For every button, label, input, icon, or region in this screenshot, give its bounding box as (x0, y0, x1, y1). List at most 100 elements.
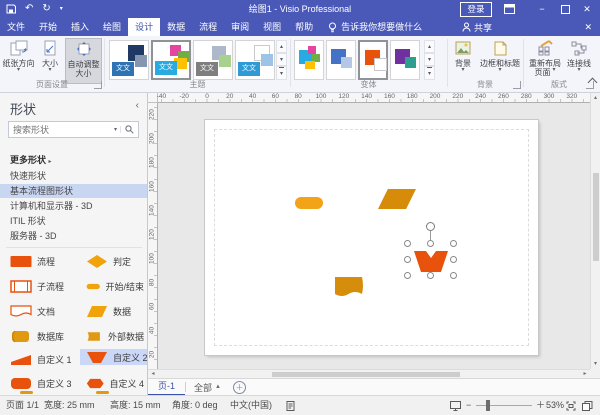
stencil-servers-3d[interactable]: 服务器 - 3D (0, 229, 148, 243)
scroll-up-icon[interactable]: ▴ (591, 93, 600, 103)
zoom-slider-thumb[interactable] (486, 400, 490, 411)
shape-custom-4[interactable]: 自定义 4 (86, 375, 144, 391)
selection-handle[interactable] (404, 256, 411, 263)
tab-file[interactable]: 文件 (0, 18, 32, 36)
gallery-scroll-up-icon[interactable]: ▴ (276, 40, 287, 53)
orientation-button[interactable]: 纸张方向 ▾ (2, 38, 35, 84)
tab-draw[interactable]: 绘图 (96, 18, 128, 36)
rotation-handle[interactable] (426, 222, 435, 231)
status-angle[interactable]: 角度: 0 deg (172, 396, 218, 415)
variant-thumbnail-4[interactable] (390, 40, 420, 80)
search-icon[interactable] (121, 125, 138, 134)
selection-handle[interactable] (450, 240, 457, 247)
page-tab-1[interactable]: 页-1 (148, 378, 185, 396)
tab-insert[interactable]: 插入 (64, 18, 96, 36)
horizontal-scrollbar[interactable]: ◂ ▸ (148, 369, 590, 378)
shape-document[interactable]: 文档 (10, 303, 72, 319)
size-button[interactable]: 大小 ▾ (37, 38, 63, 84)
switch-windows-button[interactable] (582, 401, 593, 411)
variant-thumbnail-1[interactable] (294, 40, 324, 80)
start-end-shape[interactable] (295, 197, 323, 209)
tell-me-box[interactable]: 告诉我你想要做什么 (320, 18, 430, 36)
share-button[interactable]: 共享 (462, 18, 492, 36)
selection-handle[interactable] (427, 272, 434, 279)
variant-more-icon[interactable]: ▾ (424, 66, 435, 80)
variant-thumbnail-3-selected[interactable] (358, 40, 388, 80)
shape-subprocess[interactable]: 子流程 (10, 278, 72, 294)
close-window-icon[interactable]: ✕ (584, 18, 592, 36)
gallery-more-icon[interactable]: ▾ (276, 66, 287, 80)
autosize-button[interactable]: 自动调整 大小 (65, 38, 102, 84)
relayout-page-button[interactable]: 重新布局 页面▾ (526, 38, 564, 84)
shape-database[interactable]: 数据库 (10, 328, 72, 344)
scroll-left-icon[interactable]: ◂ (148, 370, 158, 378)
scrollbar-thumb[interactable] (272, 372, 460, 377)
macro-icon[interactable] (286, 401, 295, 411)
shape-process[interactable]: 流程 (10, 253, 72, 269)
shape-custom-1[interactable]: 自定义 1 (10, 351, 72, 367)
status-language[interactable]: 中文(中国) (230, 396, 272, 415)
search-dropdown-icon[interactable]: ▾ (111, 126, 121, 133)
document-shape[interactable] (335, 277, 364, 298)
clipped-shape[interactable] (20, 391, 33, 394)
vertical-scrollbar[interactable]: ▴ ▾ (590, 93, 600, 369)
shape-external-data[interactable]: 外部数据 (86, 328, 144, 344)
tab-home[interactable]: 开始 (32, 18, 64, 36)
tab-help[interactable]: 帮助 (288, 18, 320, 36)
clipped-shape[interactable] (96, 391, 109, 394)
gallery-scroll-down-icon[interactable]: ▾ (276, 53, 287, 66)
theme-thumbnail-1[interactable]: 文文 (109, 40, 149, 80)
shape-custom-3[interactable]: 自定义 3 (10, 375, 72, 391)
tab-design[interactable]: 设计 (128, 18, 160, 36)
selection-handle[interactable] (427, 240, 434, 247)
theme-thumbnail-3[interactable]: 文文 (193, 40, 233, 80)
stencil-quick-shapes[interactable]: 快速形状 (0, 169, 148, 183)
selected-custom-shape[interactable] (414, 250, 448, 272)
zoom-in-button[interactable]: ＋ (536, 396, 545, 415)
selection-handle[interactable] (404, 272, 411, 279)
scrollbar-thumb[interactable] (593, 173, 599, 261)
scroll-down-icon[interactable]: ▾ (591, 359, 600, 369)
shape-custom-2-selected[interactable]: 自定义 2 (80, 349, 148, 365)
shape-decision[interactable]: 判定 (86, 253, 144, 269)
shape-start-end[interactable]: 开始/结束 (86, 278, 144, 294)
connectors-button[interactable]: 连接线 ▾ (566, 38, 592, 84)
scroll-right-icon[interactable]: ▸ (580, 370, 590, 378)
close-button[interactable]: ✕ (577, 0, 597, 18)
status-width[interactable]: 宽度: 25 mm (44, 396, 95, 415)
search-input[interactable] (9, 125, 111, 135)
tab-view[interactable]: 视图 (256, 18, 288, 36)
all-pages-button[interactable]: 全部 ▲ (186, 381, 229, 394)
dialog-launcher-icon[interactable] (513, 81, 521, 89)
maximize-button[interactable] (561, 5, 570, 14)
tab-data[interactable]: 数据 (160, 18, 192, 36)
border-title-button[interactable]: 边框和标题 ▾ (478, 38, 522, 84)
selection-handle[interactable] (450, 256, 457, 263)
sign-in-button[interactable]: 登录 (460, 2, 492, 17)
stencil-itil[interactable]: ITIL 形状 (0, 214, 148, 228)
fit-page-button[interactable] (566, 401, 576, 411)
status-height[interactable]: 高度: 15 mm (110, 396, 161, 415)
variant-scroll-down-icon[interactable]: ▾ (424, 53, 435, 66)
status-page-number[interactable]: 页面 1/1 (6, 396, 39, 415)
minimize-button[interactable]: − (532, 0, 552, 18)
background-button[interactable]: 背景 ▾ (450, 38, 476, 84)
tab-process[interactable]: 流程 (192, 18, 224, 36)
dialog-launcher-icon[interactable] (94, 81, 102, 89)
add-page-button[interactable]: ＋ (233, 381, 246, 394)
selection-handle[interactable] (404, 240, 411, 247)
zoom-slider[interactable] (476, 405, 532, 406)
collapse-panel-icon[interactable]: ‹ (136, 100, 139, 111)
presentation-mode-icon[interactable] (450, 401, 461, 411)
ribbon-display-options-icon[interactable] (504, 4, 515, 14)
variant-scroll-up-icon[interactable]: ▴ (424, 40, 435, 53)
stencil-basic-flowchart[interactable]: 基本流程图形状 (0, 184, 148, 198)
stencil-computers-3d[interactable]: 计算机和显示器 - 3D (0, 199, 148, 213)
selection-handle[interactable] (450, 272, 457, 279)
shape-data[interactable]: 数据 (86, 303, 144, 319)
more-shapes-item[interactable]: 更多形状 ▸ (0, 153, 148, 167)
zoom-percent[interactable]: 53% (546, 396, 564, 415)
page[interactable] (205, 120, 538, 355)
zoom-out-button[interactable]: − (466, 396, 471, 415)
theme-thumbnail-4[interactable]: 文文 (235, 40, 275, 80)
